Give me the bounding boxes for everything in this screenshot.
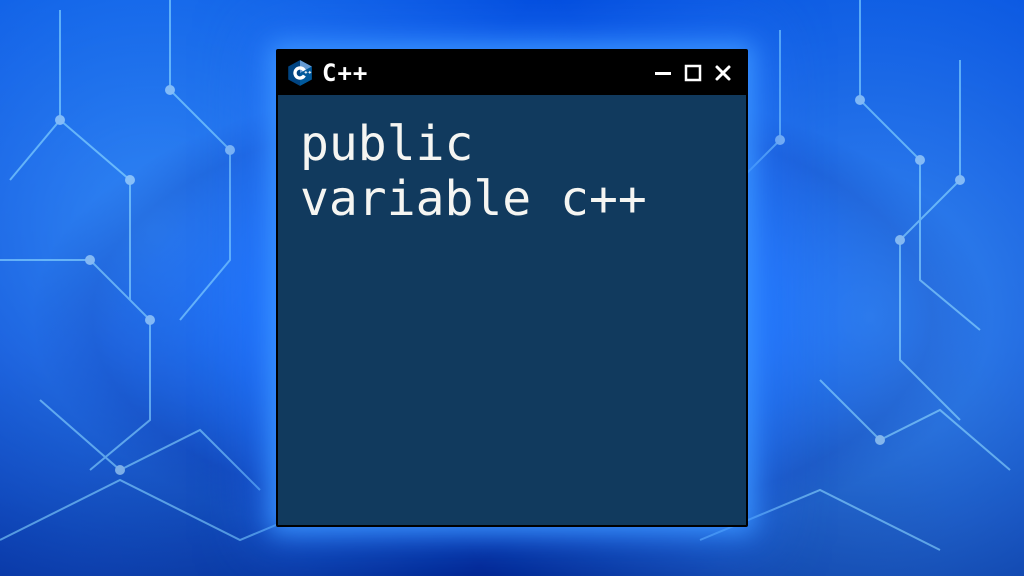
titlebar[interactable]: C++ — [278, 51, 746, 95]
window-title: C++ — [322, 59, 642, 87]
cpp-logo-icon — [286, 59, 314, 87]
close-button[interactable] — [710, 60, 736, 86]
maximize-button[interactable] — [680, 60, 706, 86]
app-window: C++ public variable c++ — [276, 49, 748, 527]
window-controls — [650, 60, 736, 86]
window-content: public variable c++ — [278, 95, 746, 525]
minimize-button[interactable] — [650, 60, 676, 86]
